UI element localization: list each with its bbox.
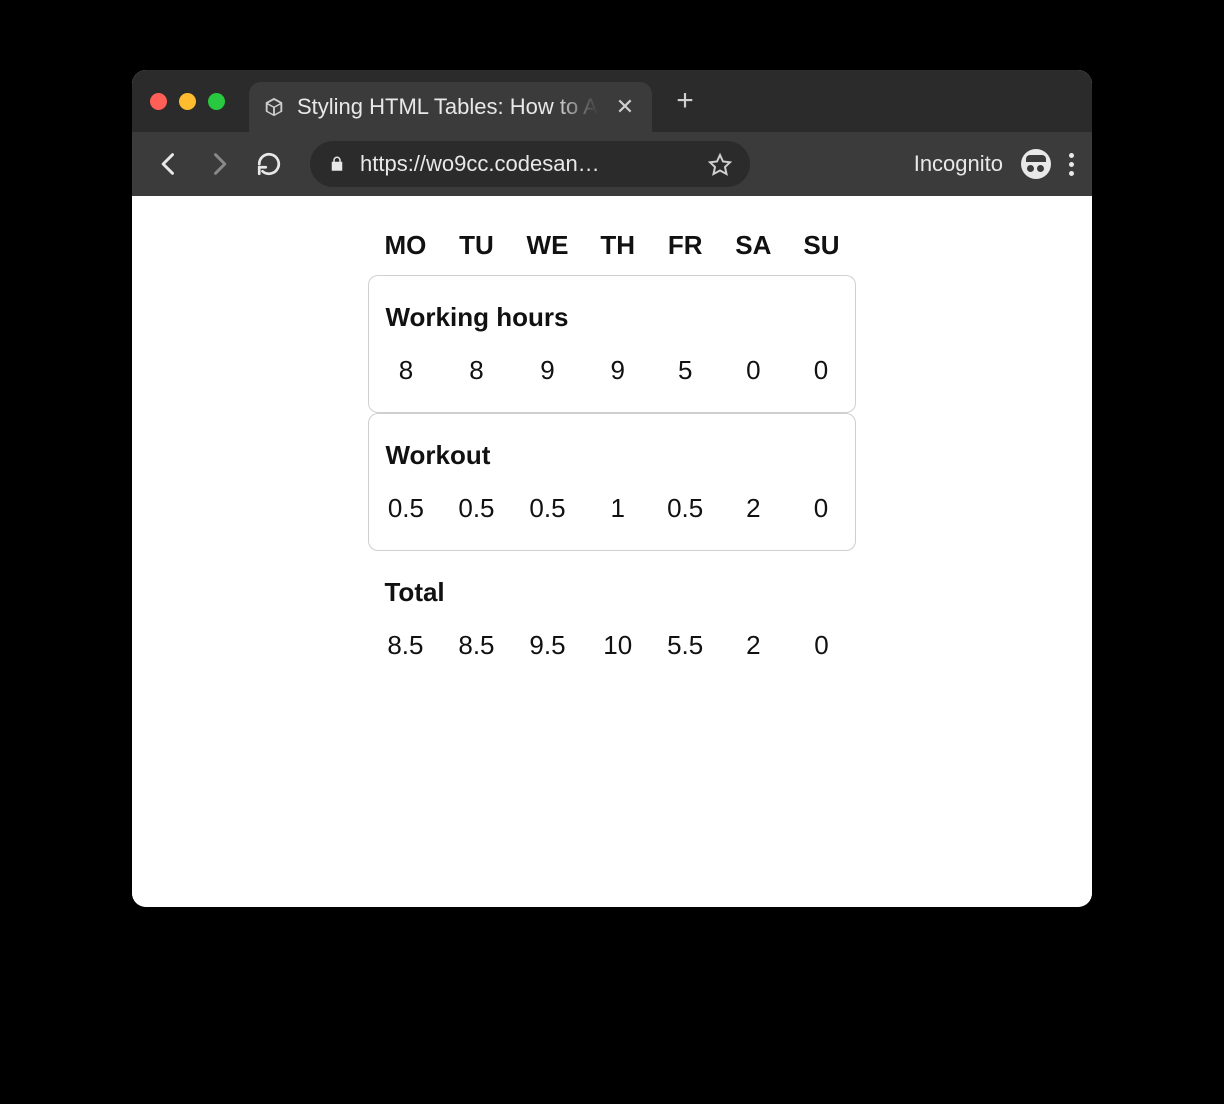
hours-table: MO TU WE TH FR SA SU Working hours 8 8 9… xyxy=(368,220,855,687)
table-header-row: MO TU WE TH FR SA SU xyxy=(368,220,855,275)
page-viewport: MO TU WE TH FR SA SU Working hours 8 8 9… xyxy=(132,196,1092,907)
cell: 0.5 xyxy=(511,483,585,551)
browser-toolbar: https://wo9cc.codesan… Incognito xyxy=(132,132,1092,196)
cell: 5.5 xyxy=(651,620,719,687)
cell: 0 xyxy=(787,620,855,687)
section-label: Total xyxy=(368,551,855,620)
table-row: 8 8 9 9 5 0 0 xyxy=(368,345,855,413)
browser-tab[interactable]: Styling HTML Tables: How to A ✕ xyxy=(249,82,652,132)
close-tab-icon[interactable]: ✕ xyxy=(616,96,634,118)
bookmark-star-icon[interactable] xyxy=(708,152,732,176)
forward-button[interactable] xyxy=(200,150,238,178)
cell: 1 xyxy=(584,483,651,551)
cell: 8.5 xyxy=(442,620,510,687)
cell: 9 xyxy=(511,345,585,413)
section-workout: Workout 0.5 0.5 0.5 1 0.5 2 0 xyxy=(368,413,855,551)
col-header: WE xyxy=(511,220,585,275)
col-header: TH xyxy=(584,220,651,275)
cell: 8.5 xyxy=(368,620,442,687)
browser-window: Styling HTML Tables: How to A ✕ + https:… xyxy=(132,70,1092,907)
cell: 5 xyxy=(651,345,719,413)
cell: 8 xyxy=(442,345,510,413)
section-total: Total 8.5 8.5 9.5 10 5.5 2 0 xyxy=(368,551,855,687)
cell: 0.5 xyxy=(442,483,510,551)
window-titlebar: Styling HTML Tables: How to A ✕ + xyxy=(132,70,1092,132)
cell: 2 xyxy=(719,620,787,687)
col-header: SU xyxy=(787,220,855,275)
new-tab-button[interactable]: + xyxy=(676,86,694,116)
section-label: Workout xyxy=(368,413,855,483)
section-working-hours: Working hours 8 8 9 9 5 0 0 xyxy=(368,275,855,413)
url-text: https://wo9cc.codesan… xyxy=(360,151,600,177)
browser-menu-button[interactable] xyxy=(1069,153,1074,176)
cell: 0 xyxy=(719,345,787,413)
lock-icon xyxy=(328,155,346,173)
minimize-window-button[interactable] xyxy=(179,93,196,110)
incognito-label: Incognito xyxy=(914,151,1003,177)
table-row: 8.5 8.5 9.5 10 5.5 2 0 xyxy=(368,620,855,687)
cell: 2 xyxy=(719,483,787,551)
table-row: 0.5 0.5 0.5 1 0.5 2 0 xyxy=(368,483,855,551)
close-window-button[interactable] xyxy=(150,93,167,110)
cell: 0 xyxy=(787,483,855,551)
zoom-window-button[interactable] xyxy=(208,93,225,110)
col-header: FR xyxy=(651,220,719,275)
incognito-icon xyxy=(1021,149,1051,179)
address-bar[interactable]: https://wo9cc.codesan… xyxy=(310,141,750,187)
cell: 0.5 xyxy=(651,483,719,551)
back-button[interactable] xyxy=(150,150,188,178)
reload-button[interactable] xyxy=(250,151,288,177)
window-controls xyxy=(150,93,225,110)
section-label: Working hours xyxy=(368,275,855,345)
cell: 9.5 xyxy=(511,620,585,687)
cell: 9 xyxy=(584,345,651,413)
tab-title: Styling HTML Tables: How to A xyxy=(297,94,598,120)
cube-icon xyxy=(263,96,285,118)
col-header: MO xyxy=(368,220,442,275)
cell: 8 xyxy=(368,345,442,413)
cell: 10 xyxy=(584,620,651,687)
col-header: TU xyxy=(442,220,510,275)
col-header: SA xyxy=(719,220,787,275)
cell: 0.5 xyxy=(368,483,442,551)
cell: 0 xyxy=(787,345,855,413)
